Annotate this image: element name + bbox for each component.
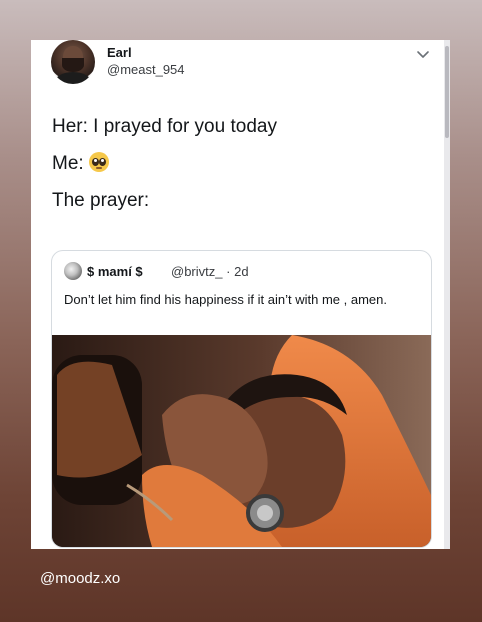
- pleading-face-icon: [88, 152, 109, 172]
- scrollbar[interactable]: [444, 40, 450, 549]
- author-name[interactable]: Earl: [107, 45, 132, 60]
- tweet-line-3: The prayer:: [52, 190, 150, 211]
- tweet-line-2: Me:: [52, 152, 109, 175]
- avatar-beard: [62, 58, 84, 72]
- chevron-down-icon[interactable]: [416, 48, 430, 62]
- story-username[interactable]: @moodz.xo: [40, 570, 120, 587]
- quoted-author-handle[interactable]: @brivtz_: [171, 264, 223, 279]
- author-handle[interactable]: @meast_954: [107, 62, 185, 77]
- quoted-tweet[interactable]: $ mamí $ @brivtz_ · 2d Don’t let him fin…: [51, 250, 432, 548]
- avatar[interactable]: [51, 40, 95, 84]
- watch-face: [257, 505, 273, 521]
- quoted-author-name[interactable]: $ mamí $: [87, 264, 143, 279]
- meta-separator: ·: [226, 264, 231, 279]
- avatar-shirt: [55, 72, 91, 84]
- scrollbar-thumb[interactable]: [445, 46, 449, 138]
- emoji-shine-left: [93, 159, 97, 162]
- quoted-meta: @brivtz_ · 2d: [171, 264, 249, 279]
- praying-man-photo[interactable]: [52, 335, 431, 547]
- quoted-age: 2d: [234, 264, 249, 279]
- story-frame: Earl @meast_954 Her: I prayed for you to…: [0, 0, 482, 622]
- emoji-mouth: [95, 167, 102, 169]
- tweet-line-2-text: Me:: [52, 153, 84, 174]
- tweet-screenshot: Earl @meast_954 Her: I prayed for you to…: [31, 40, 450, 549]
- emoji-shine-right: [100, 159, 104, 162]
- tweet-line-1: Her: I prayed for you today: [52, 116, 277, 137]
- quoted-text: Don’t let him find his happiness if it a…: [64, 292, 387, 307]
- quoted-avatar[interactable]: [64, 262, 82, 280]
